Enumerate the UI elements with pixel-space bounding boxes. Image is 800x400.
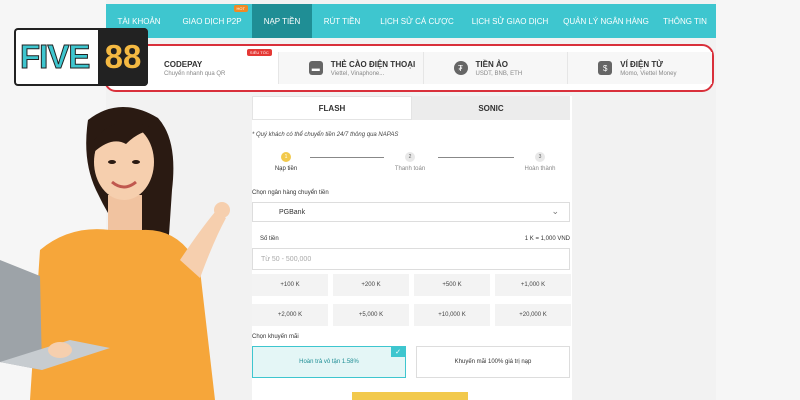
method-title: TIỀN ẢO [475, 59, 508, 69]
mode-switch: FLASH SONIC [252, 96, 570, 120]
amount-input[interactable]: Từ 50 - 500,000 [252, 248, 570, 270]
step-dot: 3 [535, 152, 545, 162]
bank-value: PGBank [279, 208, 306, 216]
bank-select[interactable]: PGBank ⌄ [252, 202, 570, 222]
logo-text-right: 88 [98, 28, 148, 86]
mode-sonic-button[interactable]: SONIC [412, 96, 570, 120]
method-sub: Viettel, Vinaphone... [330, 70, 385, 77]
step-label: Nạp tiền [274, 166, 298, 172]
payment-method-row: ▦ CODEPAY Chuyển nhanh qua QR SIÊU TỐC ▬… [108, 49, 712, 84]
napas-note: * Quý khách có thể chuyển tiền 24/7 thôn… [252, 132, 399, 138]
method-sub: Chuyển nhanh qua QR [164, 70, 226, 77]
quick-amount-button[interactable]: +10,000 K [414, 304, 490, 326]
submit-button[interactable] [352, 392, 468, 400]
five88-logo[interactable]: FIVE 88 [14, 28, 148, 86]
woman-with-laptop-illustration [0, 106, 230, 400]
step-label: Hoàn thành [524, 166, 556, 172]
payment-method-bar: ▦ CODEPAY Chuyển nhanh qua QR SIÊU TỐC ▬… [104, 44, 714, 92]
tab-nap-tien[interactable]: NẠP TIỀN [252, 4, 312, 38]
method-sub: Momo, Viettel Money [620, 70, 677, 77]
step-dot: 2 [405, 152, 415, 162]
check-icon: ✓ [391, 347, 405, 357]
step-line [438, 157, 514, 158]
step-line [310, 157, 384, 158]
step-2: 2 Thanh toán [390, 152, 430, 172]
right-background [716, 0, 800, 400]
tab-giao-dich-p2p[interactable]: GIAO DỊCH P2P HOT [172, 4, 252, 38]
step-3: 3 Hoàn thành [520, 152, 560, 172]
tether-icon: ₮ [453, 61, 468, 75]
method-sub: USDT, BNB, ETH [475, 70, 523, 77]
method-the-cao[interactable]: ▬ THẺ CÀO ĐIỆN THOẠI Viettel, Vinaphone.… [278, 52, 424, 84]
tab-lich-su-ca-cuoc[interactable]: LỊCH SỬ CÁ CƯỢC [372, 4, 462, 38]
fast-badge: SIÊU TỐC [246, 49, 272, 56]
top-nav: TÀI KHOẢN GIAO DỊCH P2P HOT NẠP TIỀN RÚT … [106, 4, 716, 38]
method-title: VÍ ĐIỆN TỬ [620, 59, 663, 69]
rate-label: 1 K = 1,000 VND [524, 236, 570, 242]
quick-amount-button[interactable]: +100 K [252, 274, 328, 296]
progress-steps: 1 Nạp tiền 2 Thanh toán 3 Hoàn thành [266, 152, 556, 176]
method-vi-dien-tu[interactable]: $ VÍ ĐIỆN TỬ Momo, Viettel Money [568, 52, 712, 84]
quick-amount-button[interactable]: +200 K [333, 274, 409, 296]
amount-label: Số tiền [260, 236, 279, 242]
tab-thong-tin[interactable]: THÔNG TIN [654, 4, 716, 38]
promo-label: Chọn khuyến mãi [252, 334, 299, 340]
tab-lich-su-giao-dich[interactable]: LỊCH SỬ GIAO DỊCH [462, 4, 558, 38]
promo-option-bonus[interactable]: Khuyến mãi 100% giá trị nạp [416, 346, 570, 378]
deposit-form: FLASH SONIC * Quý khách có thể chuyển ti… [252, 96, 572, 400]
quick-amount-button[interactable]: +2,000 K [252, 304, 328, 326]
chevron-down-icon: ⌄ [551, 206, 559, 216]
hot-badge: HOT [233, 5, 248, 12]
mode-flash-button[interactable]: FLASH [252, 96, 412, 120]
quick-amount-button[interactable]: +5,000 K [333, 304, 409, 326]
quick-amounts: +100 K +200 K +500 K +1,000 K +2,000 K +… [252, 274, 572, 330]
quick-amount-button[interactable]: +20,000 K [495, 304, 571, 326]
tab-quan-ly-ngan-hang[interactable]: QUẢN LÝ NGÂN HÀNG [558, 4, 654, 38]
step-1: 1 Nạp tiền [266, 152, 306, 172]
promo-option-cashback[interactable]: Hoàn trả vô tận 1.58% ✓ [252, 346, 406, 378]
step-dot: 1 [281, 152, 291, 162]
method-tien-ao[interactable]: ₮ TIỀN ẢO USDT, BNB, ETH [423, 52, 569, 84]
logo-text-left: FIVE [19, 38, 90, 76]
quick-amount-button[interactable]: +500 K [414, 274, 490, 296]
method-title: THẺ CÀO ĐIỆN THOẠI [330, 59, 416, 69]
tab-rut-tien[interactable]: RÚT TIỀN [312, 4, 372, 38]
bank-label: Chọn ngân hàng chuyển tiền [252, 190, 329, 196]
method-title: CODEPAY [164, 59, 203, 69]
card-icon: ▬ [308, 61, 323, 75]
step-label: Thanh toán [394, 166, 426, 172]
quick-amount-button[interactable]: +1,000 K [495, 274, 571, 296]
wallet-icon: $ [598, 61, 613, 75]
